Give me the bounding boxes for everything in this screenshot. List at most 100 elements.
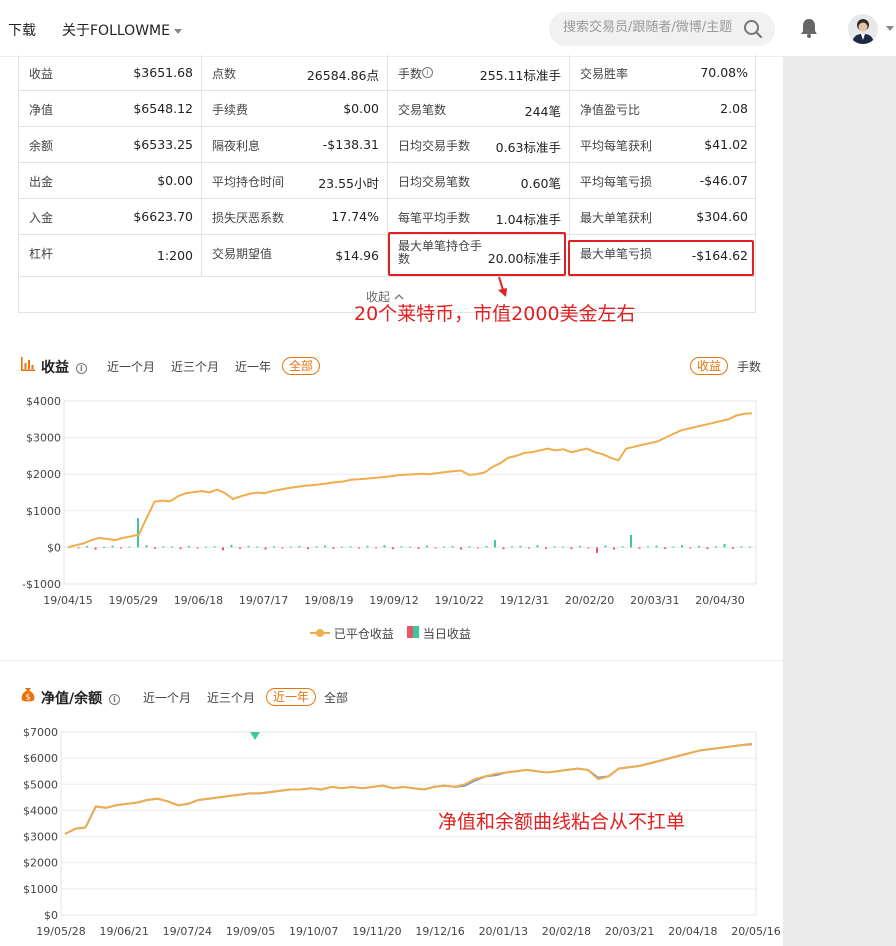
- profit-period-1m[interactable]: 近一个月: [107, 358, 155, 375]
- toggle-profit[interactable]: 收益: [690, 357, 729, 375]
- search-input[interactable]: [563, 20, 743, 35]
- toggle-lots[interactable]: 手数: [737, 358, 761, 375]
- daily-profit-bar: [502, 547, 505, 550]
- stat-value: 70.08%: [700, 65, 748, 80]
- daily-profit-bar: [111, 545, 114, 548]
- daily-profit-bar: [664, 547, 666, 549]
- equity-period-all[interactable]: 全部: [324, 689, 348, 706]
- plot-frame: [63, 400, 757, 585]
- stat-cell: 隔夜利息 -$138.31: [202, 127, 388, 163]
- y-tick-label: $7000: [23, 726, 58, 739]
- daily-profit-bar: [596, 547, 598, 553]
- bar-chart-icon: [21, 357, 35, 371]
- daily-profit-bar: [94, 547, 97, 550]
- stat-label: 交易期望值: [212, 247, 273, 261]
- daily-profit-bar: [239, 547, 241, 549]
- y-tick-label: $6000: [23, 752, 58, 765]
- daily-profit-bar: [400, 546, 403, 548]
- equity-period-3m[interactable]: 近三个月: [207, 689, 255, 706]
- daily-profit-bar: [341, 546, 343, 548]
- x-tick-label: 19/09/05: [226, 925, 275, 938]
- nav-download[interactable]: 下载: [8, 20, 36, 40]
- stat-cell: 最大单笔获利 $304.60: [570, 199, 756, 235]
- nav-about-label: 关于FOLLOWME: [62, 23, 170, 39]
- daily-profit-bar: [409, 546, 411, 548]
- daily-profit-bar: [519, 545, 522, 548]
- page: 下载 关于FOLLOWME 收益$3651.68点数26584.86点手数255…: [0, 0, 896, 946]
- daily-profit-bar: [451, 545, 454, 548]
- daily-profit-bar: [128, 546, 131, 548]
- money-bag-icon: $: [21, 688, 35, 702]
- daily-profit-bar: [171, 546, 173, 548]
- stat-value: 23.55小时: [318, 176, 379, 191]
- stat-value: $0.00: [343, 101, 379, 116]
- avatar[interactable]: [848, 14, 878, 44]
- x-tick-label: 19/12/16: [415, 925, 464, 938]
- x-tick-label: 19/10/07: [289, 925, 338, 938]
- daily-profit-bar: [647, 546, 649, 548]
- x-tick-label: 19/12/31: [500, 594, 549, 607]
- daily-profit-bar: [494, 540, 496, 548]
- daily-profit-bar: [86, 545, 88, 548]
- daily-profit-bar: [638, 547, 641, 549]
- equity-period-1y[interactable]: 近一年: [266, 688, 317, 706]
- stat-value: $6548.12: [133, 101, 193, 116]
- y-tick-label: $3000: [23, 831, 58, 844]
- stat-cell: 损失厌恶系数 17.74%: [202, 199, 388, 235]
- chevron-down-icon[interactable]: [886, 26, 894, 31]
- stat-label: 杠杆: [29, 247, 54, 261]
- info-icon[interactable]: i: [422, 67, 433, 78]
- legend-bar-icon: [407, 626, 419, 638]
- stat-cell: 点数 26584.86点: [202, 55, 388, 91]
- daily-profit-bar: [681, 545, 683, 548]
- daily-profit-bar: [222, 547, 224, 551]
- x-tick-label: 20/04/30: [695, 594, 744, 607]
- daily-profit-bar: [230, 544, 233, 548]
- y-tick-label: $4000: [26, 395, 61, 408]
- daily-profit-bar: [485, 545, 488, 548]
- stat-label: 损失厌恶系数: [212, 211, 285, 225]
- daily-profit-bar: [528, 547, 530, 549]
- daily-profit-bar: [281, 547, 284, 549]
- legend-daily-profit[interactable]: 当日收益: [407, 625, 471, 642]
- daily-profit-bar: [621, 546, 624, 548]
- daily-profit-bar: [392, 547, 394, 550]
- daily-profit-bar: [120, 547, 122, 549]
- profit-period-3m[interactable]: 近三个月: [171, 358, 219, 375]
- stat-cell: 交易胜率 70.08%: [570, 55, 756, 91]
- stat-value: 244笔: [524, 104, 561, 119]
- stat-cell: 平均每笔获利 $41.02: [570, 127, 756, 163]
- daily-profit-bar: [179, 547, 182, 550]
- nav-about[interactable]: 关于FOLLOWME: [62, 20, 182, 40]
- search-box[interactable]: [549, 12, 775, 46]
- x-tick-label: 20/05/16: [731, 925, 780, 938]
- daily-profit-bar: [77, 547, 80, 549]
- daily-profit-bar: [553, 546, 556, 548]
- bell-icon[interactable]: [798, 17, 820, 39]
- stat-label: 最大单笔获利: [580, 211, 653, 225]
- daily-profit-bar: [562, 546, 564, 548]
- stat-value: $6623.70: [133, 209, 193, 224]
- daily-profit-bar: [196, 547, 199, 549]
- right-gutter: [783, 57, 896, 946]
- daily-profit-bar: [545, 547, 547, 549]
- legend-closed-profit[interactable]: 已平仓收益: [310, 625, 394, 642]
- stat-label: 平均持仓时间: [212, 175, 285, 189]
- x-tick-label: 19/11/20: [352, 925, 401, 938]
- profit-period-all[interactable]: 全部: [282, 357, 321, 375]
- daily-profit-bar: [383, 545, 386, 548]
- info-icon[interactable]: i: [109, 693, 120, 705]
- stat-cell: 入金 $6623.70: [19, 199, 202, 235]
- daily-profit-bar: [655, 545, 658, 548]
- search-icon[interactable]: [743, 19, 763, 39]
- daily-profit-bar: [715, 546, 717, 548]
- y-tick-label: $4000: [23, 804, 58, 817]
- legend-closed-profit-label: 已平仓收益: [333, 627, 394, 641]
- profit-period-1y[interactable]: 近一年: [235, 358, 271, 375]
- stat-label: 交易笔数: [398, 103, 447, 117]
- x-tick-label: 19/08/19: [304, 594, 353, 607]
- info-icon[interactable]: i: [75, 362, 87, 374]
- equity-period-1m[interactable]: 近一个月: [143, 689, 191, 706]
- stat-label: 入金: [29, 211, 54, 225]
- daily-profit-bar: [298, 545, 301, 548]
